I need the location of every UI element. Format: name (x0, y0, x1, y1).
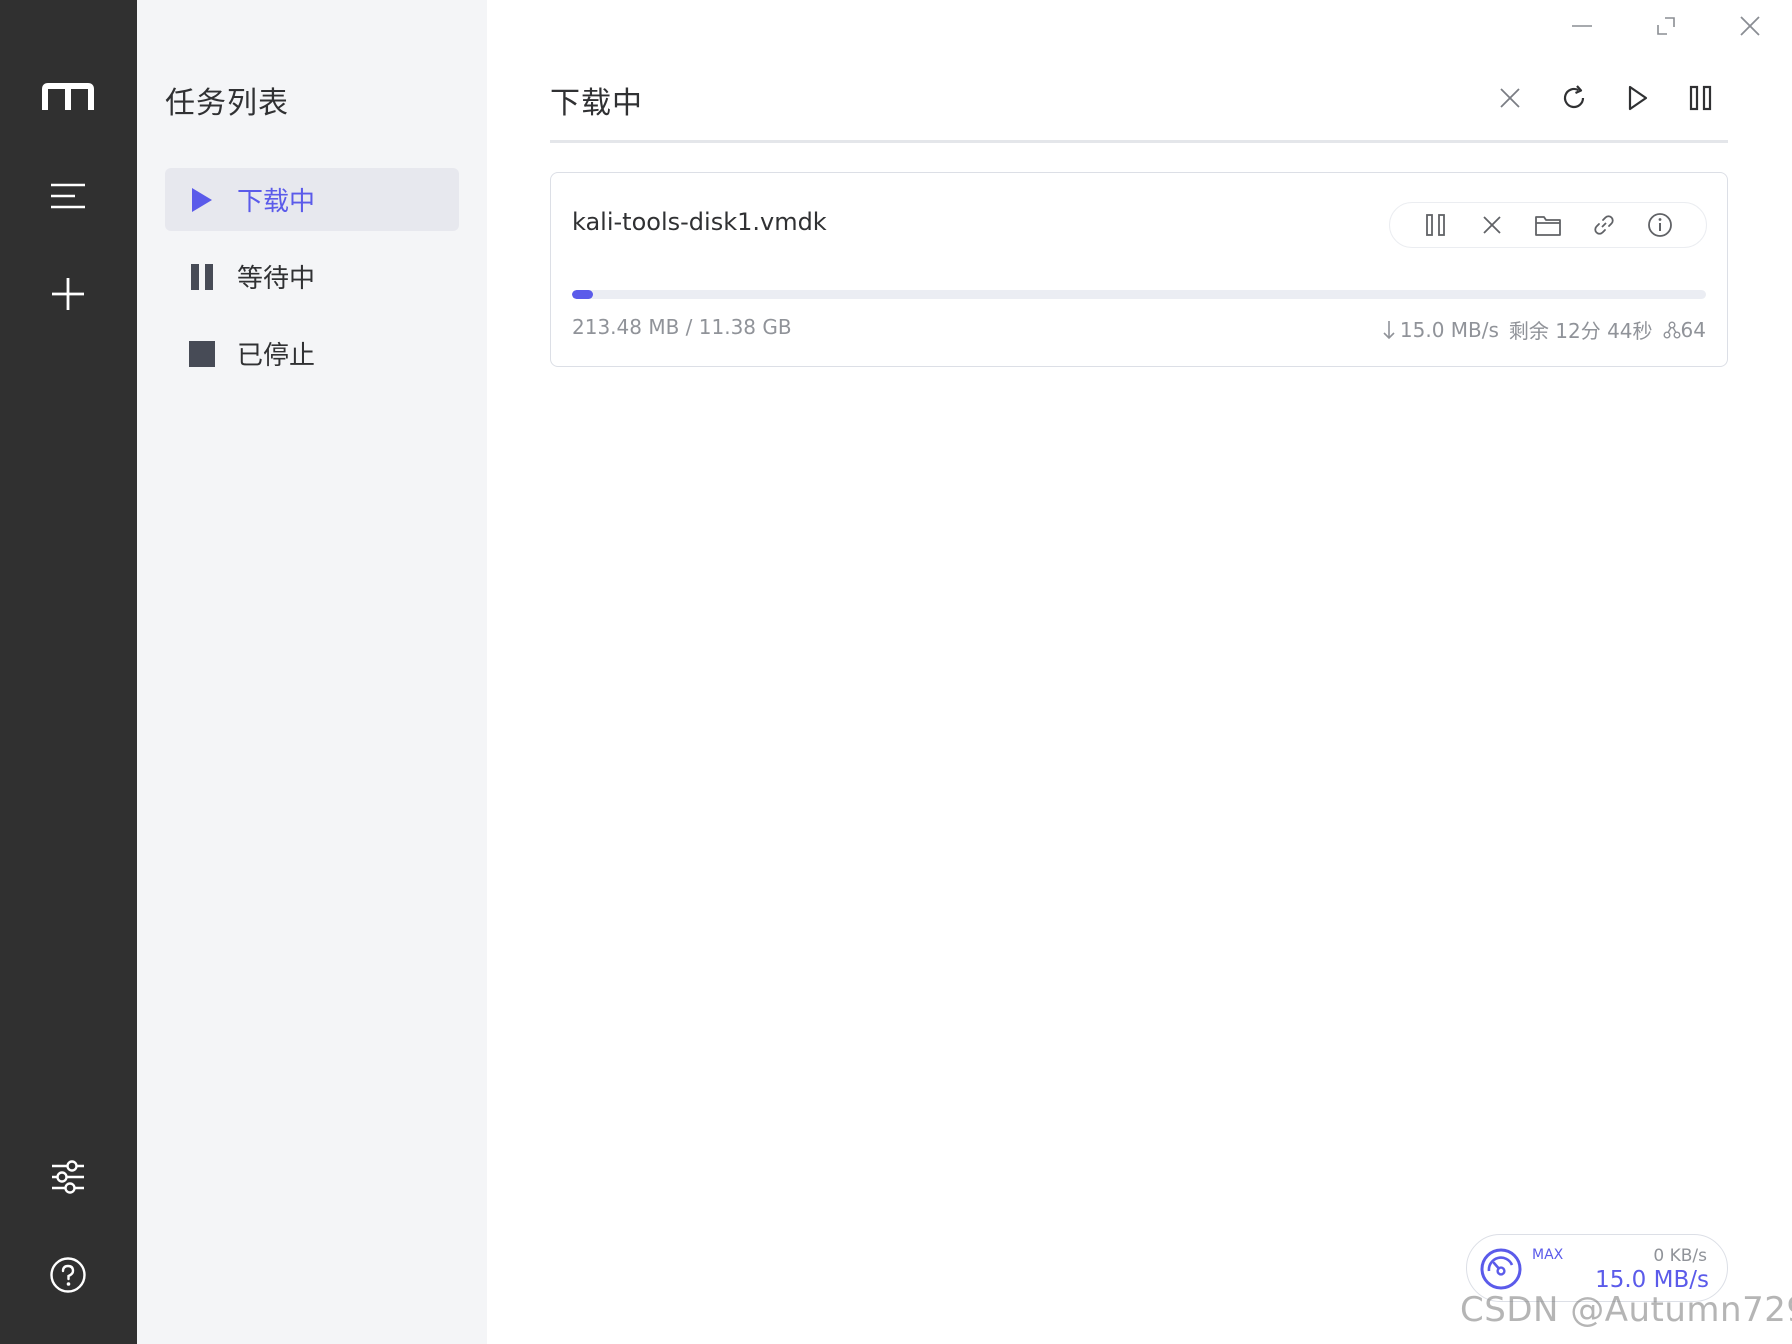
help-button[interactable] (34, 1241, 102, 1309)
close-window-button[interactable] (1725, 6, 1775, 46)
folder-icon (1535, 216, 1561, 236)
sidebar-item-stopped[interactable]: 已停止 (165, 322, 459, 385)
task-size: 213.48 MB / 11.38 GB (572, 315, 792, 339)
task-pause-button[interactable] (1416, 205, 1456, 245)
maximize-icon (1657, 17, 1675, 35)
sidebar-item-active[interactable]: 下载中 (165, 168, 459, 231)
upload-speed: 0 KB/s (1653, 1246, 1707, 1266)
pause-icon (187, 262, 217, 292)
resume-all-button[interactable] (1616, 76, 1660, 120)
play-icon (187, 185, 217, 215)
close-icon (1740, 16, 1760, 36)
progress-bar (572, 290, 1706, 299)
header-divider (550, 140, 1728, 143)
pause-all-button[interactable] (1679, 76, 1723, 120)
task-list-panel: 任务列表 下载中 等待中 已停止 (137, 0, 487, 1344)
page-title: 下载中 (550, 86, 643, 121)
preferences-button[interactable] (34, 1143, 102, 1211)
task-info-button[interactable] (1640, 205, 1680, 245)
task-delete-button[interactable] (1472, 205, 1512, 245)
pause-icon (1426, 214, 1445, 236)
speed-max-label: MAX (1532, 1247, 1564, 1263)
plus-icon (52, 278, 84, 310)
task-name: kali-tools-disk1.vmdk (572, 208, 827, 236)
refresh-button[interactable] (1552, 76, 1596, 120)
link-icon (1594, 215, 1614, 235)
menu-icon[interactable] (34, 162, 102, 230)
task-remaining: 剩余 12分 44秒 (1508, 319, 1653, 343)
minimize-button[interactable] (1557, 6, 1607, 46)
task-speed: 15.0 MB/s (1399, 317, 1499, 342)
play-icon (1628, 85, 1648, 111)
pause-icon (1689, 85, 1712, 111)
refresh-icon (1563, 85, 1585, 109)
close-icon (1483, 216, 1501, 234)
sidebar-item-label: 已停止 (237, 341, 316, 371)
progress-fill (572, 290, 593, 299)
task-stats: 15.0 MB/s 剩余 12分 44秒 64 (1382, 315, 1706, 344)
add-task-button[interactable] (34, 260, 102, 328)
close-icon (1500, 88, 1520, 108)
sliders-icon (52, 1160, 84, 1194)
help-icon (50, 1257, 86, 1293)
stop-icon (187, 339, 217, 369)
task-card[interactable]: kali-tools-disk1.vmdk 213.48 MB / 11.38 … (550, 172, 1728, 367)
sidebar-item-label: 等待中 (237, 264, 316, 294)
minimize-icon (1572, 25, 1592, 27)
panel-title: 任务列表 (165, 86, 289, 121)
download-arrow-icon (1382, 320, 1396, 340)
info-icon (1648, 213, 1672, 237)
task-folder-button[interactable] (1528, 205, 1568, 245)
sidebar-item-waiting[interactable]: 等待中 (165, 245, 459, 308)
app-rail (0, 0, 137, 1344)
app-logo-icon[interactable] (34, 64, 102, 132)
speed-limit-button[interactable] (1479, 1247, 1523, 1291)
clear-tasks-button[interactable] (1488, 76, 1532, 120)
watermark: CSDN @Autumn7299 (1460, 1290, 1792, 1330)
task-actions (1389, 202, 1707, 248)
connections-icon (1663, 321, 1681, 339)
gauge-icon (1480, 1248, 1522, 1290)
sidebar-item-label: 下载中 (237, 187, 316, 217)
maximize-button[interactable] (1641, 6, 1691, 46)
task-link-button[interactable] (1584, 205, 1624, 245)
task-connections: 64 (1680, 317, 1706, 342)
